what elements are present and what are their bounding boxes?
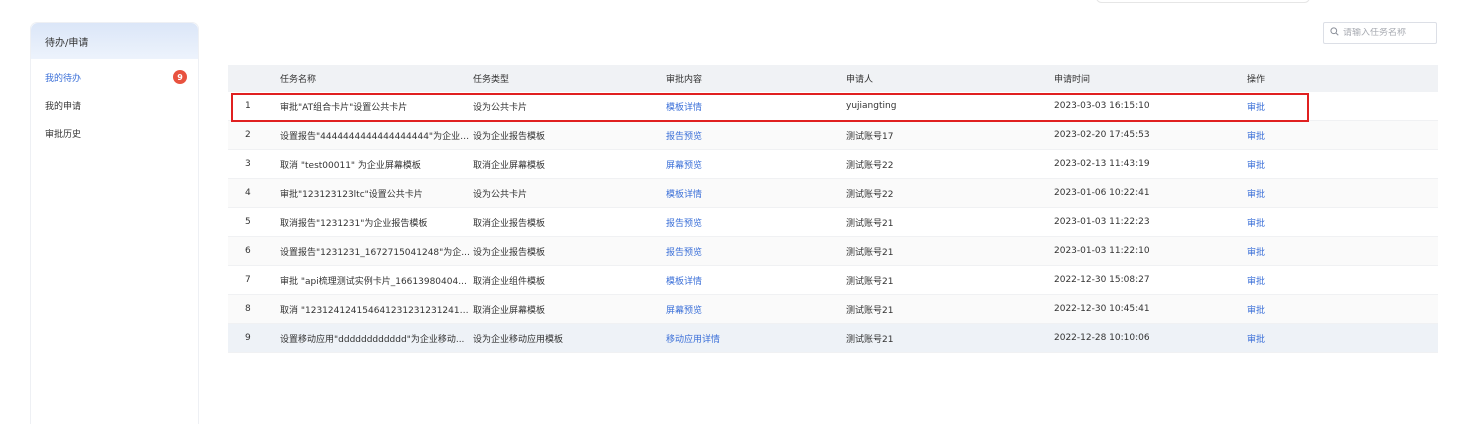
approval-content-link[interactable]: 模板详情 [666,277,702,287]
row-index: 9 [245,333,251,343]
approve-button[interactable]: 审批 [1247,219,1265,229]
apply-time: 2022-12-28 10:10:06 [1054,323,1247,353]
apply-time: 2023-03-03 16:15:10 [1054,92,1247,121]
apply-time: 2022-12-30 15:08:27 [1054,265,1247,295]
approval-content-link[interactable]: 模板详情 [666,190,702,200]
approve-button[interactable]: 审批 [1247,190,1265,200]
table-row: 9 设置移动应用"dddddddddddd"为企业移动... 设为企业移动应用模… [228,323,1438,353]
approval-content-link[interactable]: 报告预览 [666,248,702,258]
applicant: yujiangting [846,92,1054,121]
table-row: 2 设置报告"4444444444444444444"为企业报... 设为企业报… [228,120,1438,150]
sidebar-item-label: 我的待办 [45,73,82,84]
approval-content-link[interactable]: 模板详情 [666,103,702,113]
col-header-actions: 操作 [1247,65,1438,92]
apply-time: 2022-12-30 10:45:41 [1054,294,1247,324]
todo-count-badge: 9 [173,70,187,84]
col-header-approval-content: 审批内容 [666,65,846,92]
task-name: 设置移动应用"dddddddddddd"为企业移动... [280,323,473,353]
task-type: 取消企业屏幕模板 [473,294,666,324]
task-name: 审批"123123123ltc"设置公共卡片 [280,178,473,208]
apply-time: 2023-01-03 11:22:23 [1054,207,1247,237]
approve-button[interactable]: 审批 [1247,335,1265,345]
row-index: 1 [245,101,251,111]
col-header-applicant: 申请人 [846,65,1054,92]
search-input[interactable] [1343,28,1427,38]
row-index: 2 [245,130,251,140]
task-name: 设置报告"4444444444444444444"为企业报... [280,120,473,150]
search-box[interactable] [1323,22,1437,44]
table-row: 8 取消 "1231241241546412312312312412... 取消… [228,294,1438,324]
applicant: 测试账号17 [846,120,1054,150]
approval-content-link[interactable]: 屏幕预览 [666,161,702,171]
col-header-task-type: 任务类型 [473,65,666,92]
table-row: 4 审批"123123123ltc"设置公共卡片 设为公共卡片 模板详情 测试账… [228,178,1438,208]
task-type: 取消企业报告模板 [473,207,666,237]
sidebar: 待办/申请 我的待办 9 我的申请 审批历史 [30,22,199,424]
top-dropdown-edge [1096,0,1310,3]
table-row: 1 审批"AT组合卡片"设置公共卡片 设为公共卡片 模板详情 yujiangti… [228,92,1438,121]
task-type: 设为公共卡片 [473,92,666,121]
applicant: 测试账号21 [846,265,1054,295]
row-index: 6 [245,246,251,256]
col-header-index [228,65,280,92]
approve-button[interactable]: 审批 [1247,161,1265,171]
applicant: 测试账号22 [846,149,1054,179]
applicant: 测试账号21 [846,236,1054,266]
col-header-task-name: 任务名称 [280,65,473,92]
applicant: 测试账号21 [846,294,1054,324]
approval-content-link[interactable]: 报告预览 [666,132,702,142]
table-header: 任务名称 任务类型 审批内容 申请人 申请时间 操作 [228,65,1438,92]
task-type: 设为企业移动应用模板 [473,323,666,353]
task-type: 设为企业报告模板 [473,120,666,150]
task-name: 审批"AT组合卡片"设置公共卡片 [280,92,473,121]
sidebar-title: 待办/申请 [31,23,198,59]
sidebar-item-label: 我的申请 [45,101,82,112]
table-row: 7 审批 "api梳理测试实例卡片_16613980404... 取消企业组件模… [228,265,1438,295]
row-index: 5 [245,217,251,227]
task-name: 审批 "api梳理测试实例卡片_16613980404... [280,265,473,295]
approval-content-link[interactable]: 屏幕预览 [666,306,702,316]
table-row: 3 取消 "test00011" 为企业屏幕模板 取消企业屏幕模板 屏幕预览 测… [228,149,1438,179]
apply-time: 2023-01-06 10:22:41 [1054,178,1247,208]
task-name: 设置报告"1231231_1672715041248"为企... [280,236,473,266]
sidebar-item-my-todo[interactable]: 我的待办 9 [31,63,198,91]
row-index: 7 [245,275,251,285]
approval-content-link[interactable]: 移动应用详情 [666,335,720,345]
task-type: 取消企业组件模板 [473,265,666,295]
task-type: 设为企业报告模板 [473,236,666,266]
applicant: 测试账号21 [846,207,1054,237]
sidebar-item-approval-history[interactable]: 审批历史 [31,119,198,147]
table-row: 5 取消报告"1231231"为企业报告模板 取消企业报告模板 报告预览 测试账… [228,207,1438,237]
row-index: 4 [245,188,251,198]
apply-time: 2023-01-03 11:22:10 [1054,236,1247,266]
approve-button[interactable]: 审批 [1247,103,1265,113]
task-name: 取消报告"1231231"为企业报告模板 [280,207,473,237]
approve-button[interactable]: 审批 [1247,248,1265,258]
sidebar-item-my-application[interactable]: 我的申请 [31,91,198,119]
col-header-apply-time: 申请时间 [1054,65,1247,92]
task-type: 取消企业屏幕模板 [473,149,666,179]
applicant: 测试账号21 [846,323,1054,353]
apply-time: 2023-02-13 11:43:19 [1054,149,1247,179]
applicant: 测试账号22 [846,178,1054,208]
search-icon [1330,27,1339,39]
row-index: 3 [245,159,251,169]
task-name: 取消 "1231241241546412312312312412... [280,294,473,324]
row-index: 8 [245,304,251,314]
task-name: 取消 "test00011" 为企业屏幕模板 [280,149,473,179]
table-row: 6 设置报告"1231231_1672715041248"为企... 设为企业报… [228,236,1438,266]
task-table: 任务名称 任务类型 审批内容 申请人 申请时间 操作 1 审批"AT组合卡片"设… [228,65,1438,353]
sidebar-item-label: 审批历史 [45,129,82,140]
approval-content-link[interactable]: 报告预览 [666,219,702,229]
approve-button[interactable]: 审批 [1247,277,1265,287]
approve-button[interactable]: 审批 [1247,306,1265,316]
task-type: 设为公共卡片 [473,178,666,208]
approve-button[interactable]: 审批 [1247,132,1265,142]
apply-time: 2023-02-20 17:45:53 [1054,120,1247,150]
